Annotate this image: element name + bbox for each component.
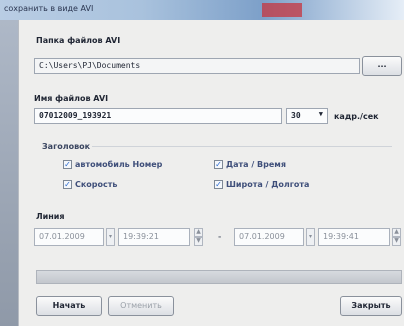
start-date-input[interactable]: 07.01.2009 [34, 228, 104, 246]
speed-checkbox[interactable]: ✓ [63, 180, 72, 189]
background-window-edge [0, 20, 18, 326]
latlon-label: Широта / Долгота [226, 180, 310, 189]
start-button[interactable]: Начать [36, 296, 102, 316]
fps-select[interactable]: 30 ▼ [286, 108, 328, 124]
fps-unit-label: кадр./сек [334, 112, 379, 121]
vehicle-number-checkbox[interactable]: ✓ [63, 160, 72, 169]
latlon-checkbox[interactable]: ✓ [214, 180, 223, 189]
datetime-label: Дата / Время [226, 160, 286, 169]
browse-button[interactable]: ... [362, 56, 402, 76]
group-divider [92, 146, 392, 147]
spin-up-icon[interactable]: ▲ [194, 228, 203, 237]
file-name-input[interactable]: 07012009_193921 [34, 108, 282, 124]
window-title: сохранить в виде AVI [4, 4, 94, 13]
range-label: Линия [36, 212, 65, 221]
vehicle-number-label: автомобиль Номер [75, 160, 163, 169]
spin-up-icon[interactable]: ▲ [392, 228, 401, 237]
cancel-button[interactable]: Отменить [108, 296, 174, 316]
titlebar-accent [262, 3, 302, 17]
file-label: Имя файлов AVI [34, 94, 109, 103]
range-separator: - [218, 232, 222, 241]
export-progress-bar [36, 270, 402, 284]
close-button[interactable]: Закрыть [340, 296, 402, 316]
calendar-dropdown-icon[interactable]: ▾ [306, 228, 315, 246]
spin-down-icon[interactable]: ▼ [194, 237, 203, 246]
spin-down-icon[interactable]: ▼ [392, 237, 401, 246]
calendar-dropdown-icon[interactable]: ▾ [106, 228, 115, 246]
speed-label: Скорость [75, 180, 118, 189]
window-titlebar: сохранить в виде AVI [0, 0, 404, 20]
folder-path-field[interactable]: C:\Users\PJ\Documents [34, 58, 360, 74]
header-group-label: Заголовок [42, 142, 91, 151]
fps-select-value: 30 [291, 111, 301, 120]
datetime-checkbox[interactable]: ✓ [214, 160, 223, 169]
folder-label: Папка файлов AVI [36, 36, 121, 45]
end-date-input[interactable]: 07.01.2009 [234, 228, 304, 246]
end-time-input[interactable]: 19:39:41 [318, 228, 390, 246]
chevron-down-icon: ▼ [318, 110, 323, 118]
start-time-input[interactable]: 19:39:21 [118, 228, 190, 246]
